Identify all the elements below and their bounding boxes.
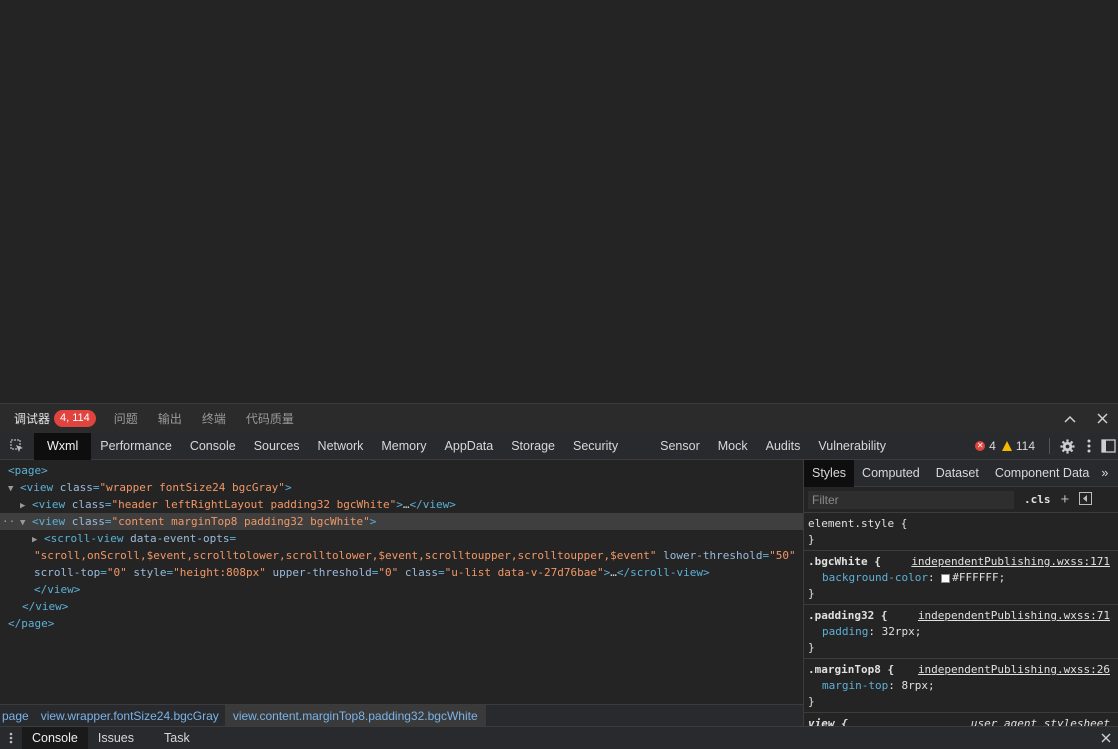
inspect-element-icon[interactable] [0,433,34,460]
tree-node-wrapper-close[interactable]: </view> [0,598,803,615]
tree-node-content-close[interactable]: </view> [0,581,803,598]
tree-node-page[interactable]: <page> [0,462,803,479]
issue-count-badge: 4, 114 [54,410,96,427]
breadcrumb-wrapper[interactable]: view.wrapper.fontSize24.bgcGray [35,705,225,727]
tab-console[interactable]: Console [181,433,245,460]
tab-wxml[interactable]: Wxml [34,432,92,460]
styles-filter-row: .cls + [804,487,1118,513]
toggle-sidebar-icon[interactable] [1079,491,1093,508]
warning-icon [1001,441,1012,451]
tab-memory[interactable]: Memory [372,433,435,460]
devtools-tab-bar: Wxml Performance Console Sources Network… [0,431,1118,461]
close-icon[interactable] [1086,404,1118,434]
styles-tab-bar: Styles Computed Dataset Component Data » [804,460,1118,487]
tab-sensor[interactable]: Sensor [651,433,709,460]
tab-terminal[interactable]: 终端 [192,404,236,434]
color-swatch[interactable] [941,573,951,583]
tree-node-wrapper[interactable]: ▼ <view class="wrapper fontSize24 bgcGray… [0,479,803,496]
cls-toggle-button[interactable]: .cls [1024,493,1051,506]
tab-code-quality[interactable]: 代码质量 [236,404,304,434]
tab-performance[interactable]: Performance [91,433,181,460]
style-rule-padding32[interactable]: .padding32 { independentPublishing.wxss:… [804,605,1118,659]
tab-problems[interactable]: 问题 [104,404,148,434]
tab-vulnerability[interactable]: Vulnerability [809,433,895,460]
drawer-tab-console[interactable]: Console [22,726,88,749]
more-options-icon[interactable] [1078,431,1100,461]
tab-audits[interactable]: Audits [757,433,810,460]
tree-node-scroll-view-attrs-2: scroll-top="0" style="height:808px" uppe… [34,566,710,579]
simulator-preview-area [0,0,1118,403]
user-agent-label: user agent stylesheet [970,717,1110,726]
tab-sources[interactable]: Sources [245,433,309,460]
tree-node-content-selected[interactable]: ·· ▼ <view class="content marginTop8 padd… [0,513,803,530]
style-source-link[interactable]: independentPublishing.wxss:71 [918,608,1110,624]
tree-node-header[interactable]: ▶ <view class="header leftRightLayout pad… [0,496,803,513]
dock-side-icon[interactable] [1100,431,1118,461]
tab-output[interactable]: 输出 [148,404,192,434]
drawer-menu-icon[interactable] [0,727,22,749]
more-tabs-icon[interactable]: » [1097,460,1112,487]
tab-mock[interactable]: Mock [709,433,757,460]
wxml-tree-panel: <page> ▼ <view class="wrapper fontSize24 … [0,460,803,704]
tree-node-page-close[interactable]: </page> [0,615,803,632]
add-rule-icon[interactable]: + [1061,491,1070,508]
tab-appdata[interactable]: AppData [436,433,503,460]
tab-component-data[interactable]: Component Data [987,460,1098,487]
styles-filter-input[interactable] [808,490,1014,509]
error-icon: ✕ [975,441,986,451]
style-rule-element-style[interactable]: element.style { } [804,513,1118,551]
tree-node-scroll-view[interactable]: ▶ <scroll-view data-event-opts= [0,530,803,547]
gear-icon[interactable] [1056,431,1078,461]
styles-sidebar: Styles Computed Dataset Component Data »… [803,460,1118,726]
drawer-tab-issues[interactable]: Issues [88,727,144,749]
tab-computed[interactable]: Computed [854,460,928,487]
style-rule-margintop8[interactable]: .marginTop8 { independentPublishing.wxss… [804,659,1118,713]
close-drawer-icon[interactable] [1094,727,1118,749]
warning-count: 114 [1015,439,1035,453]
breadcrumb: page view.wrapper.fontSize24.bgcGray vie… [0,704,803,727]
console-drawer-bar: Console Issues Task [0,726,1118,749]
error-count: 4 [989,439,996,453]
debugger-panel-bar: 调试器 4, 114 问题 输出 终端 代码质量 [0,403,1118,433]
tree-node-scroll-view-attrs: "scroll,onScroll,$event,scrolltolower,sc… [34,549,796,562]
tab-styles[interactable]: Styles [804,460,855,487]
breadcrumb-content[interactable]: view.content.marginTop8.padding32.bgcWhi… [224,704,486,727]
tab-security[interactable]: Security [564,433,627,460]
style-source-link[interactable]: independentPublishing.wxss:171 [911,554,1110,570]
tab-dataset[interactable]: Dataset [928,460,987,487]
breadcrumb-page[interactable]: page [0,705,35,727]
style-rule-view-useragent[interactable]: view { user agent stylesheet [804,713,1118,726]
tab-debugger[interactable]: 调试器 [0,404,54,434]
error-counter[interactable]: ✕ 4 114 [975,439,1035,453]
style-rule-bgcwhite[interactable]: .bgcWhite { independentPublishing.wxss:1… [804,551,1118,605]
chevron-up-icon[interactable] [1054,404,1086,434]
node-actions-icon[interactable]: ·· [2,513,15,530]
style-source-link[interactable]: independentPublishing.wxss:26 [918,662,1110,678]
tab-storage[interactable]: Storage [502,433,564,460]
drawer-tab-task[interactable]: Task [144,727,210,749]
tab-network[interactable]: Network [309,433,373,460]
